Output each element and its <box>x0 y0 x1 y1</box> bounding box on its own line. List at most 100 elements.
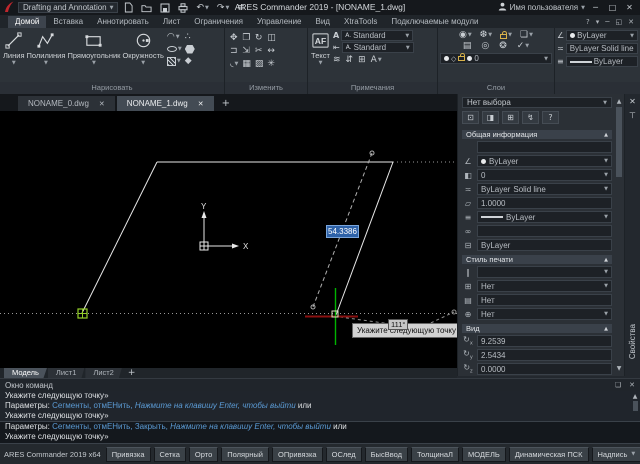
hatch-tool-button[interactable]: ▼ <box>167 56 182 66</box>
scroll-down-icon[interactable]: ▼ <box>617 365 622 372</box>
sketch-tool-button[interactable]: ≋ <box>333 55 341 65</box>
tab-insert[interactable]: Вставка <box>46 16 90 28</box>
fillet-tool-button[interactable]: ◟▼ <box>230 59 238 69</box>
option-undo[interactable]: отмЕНить, <box>94 422 133 431</box>
linetype-property-select[interactable]: ByLayer Solid line ▼ <box>477 183 612 195</box>
copy-tool-button[interactable]: ❐ <box>242 33 251 43</box>
draw-group-label[interactable]: Нарисовать <box>0 82 224 94</box>
toggle-snap[interactable]: Привязка <box>106 447 151 462</box>
view-y-field[interactable]: 2.5434 <box>477 349 612 361</box>
trim-tool-button[interactable]: ✂ <box>255 46 264 56</box>
polygon-tool-button[interactable] <box>185 45 195 54</box>
layer-property-select[interactable]: 0 ▼ <box>477 169 612 181</box>
lightning-select-button[interactable]: ↯ <box>522 111 539 124</box>
print-button[interactable] <box>176 2 190 14</box>
layer-freeze-button[interactable]: ❆▼ <box>480 30 492 40</box>
close-button[interactable]: ✕ <box>623 3 636 12</box>
name-field[interactable] <box>477 141 612 153</box>
lineweight-property-select[interactable]: ByLayer ▼ <box>477 211 612 223</box>
open-file-button[interactable] <box>139 2 154 14</box>
print-table-select[interactable]: Нет ▼ <box>477 280 612 292</box>
panel-help-button[interactable]: ? <box>542 111 559 124</box>
toggle-esnap[interactable]: ОПривязка <box>272 447 323 462</box>
view-x-field[interactable]: 9.2539 <box>477 335 612 347</box>
command-scrollbar[interactable]: ▲ <box>631 393 639 441</box>
layer-lock-button[interactable]: ▼ <box>500 30 512 40</box>
panel-scrollbar[interactable]: ▲ ▼ <box>614 94 624 376</box>
drawing-canvas[interactable]: Y X 54.3386 111° Укажите следующую точку… <box>0 111 457 368</box>
dynamic-input-field[interactable]: 54.3386 <box>326 225 359 238</box>
doc-tab-noname1[interactable]: NONAME_1.dwg ✕ <box>117 96 214 111</box>
rectangle-tool-button[interactable]: Прямоугольник ▼ <box>66 30 121 67</box>
option-close[interactable]: Закрыть, <box>135 422 168 431</box>
rotate-tool-button[interactable]: ↻ <box>255 33 264 43</box>
annotations-group-label[interactable]: Примечания <box>308 82 437 94</box>
layer-visibility-button[interactable]: ◉▼ <box>459 30 472 40</box>
section-general[interactable]: Общая информация ▲ <box>462 130 612 139</box>
doc-restore-icon[interactable]: ◱ <box>616 18 623 26</box>
tab-sheet1[interactable]: Лист1 <box>48 368 84 378</box>
color-property-select[interactable]: ByLayer ▼ <box>477 155 612 167</box>
section-view[interactable]: Вид ▲ <box>462 324 612 333</box>
table-tool-button[interactable]: ⊞ <box>358 55 366 65</box>
panel-pin-icon[interactable]: ⊤ <box>629 111 636 120</box>
option-undo[interactable]: отмЕНить, <box>94 401 133 410</box>
tab-home[interactable]: Домой <box>8 16 46 28</box>
ellipse-tool-button[interactable]: ▼ <box>167 44 182 54</box>
ribbon-collapse-icon[interactable]: ▾ <box>596 18 600 26</box>
print-origin-select[interactable]: Нет ▼ <box>477 308 612 320</box>
line-color-select[interactable]: ByLayer ▼ <box>566 30 638 41</box>
layer-state-button[interactable]: ✓▼ <box>517 41 529 51</box>
text-angle-button[interactable]: A▼ <box>371 55 382 65</box>
collapse-icon[interactable]: ▲ <box>604 326 608 332</box>
explode-tool-button[interactable]: ✳ <box>267 59 276 69</box>
toggle-polar[interactable]: Полярный <box>221 447 269 462</box>
quick-select-button[interactable]: ◨ <box>482 111 499 124</box>
user-menu[interactable]: Имя пользователя ▼ <box>498 2 585 13</box>
scroll-thumb[interactable] <box>633 401 638 411</box>
tab-plugins[interactable]: Подключаемые модули <box>384 16 485 28</box>
add-sheet-button[interactable]: + <box>123 368 141 378</box>
command-prompt-line[interactable]: Укажите следующую точку» <box>0 432 640 442</box>
text-tool-button[interactable]: AF Текст ▼ <box>310 30 331 67</box>
layer-select[interactable]: ◇ 0 ▼ <box>440 53 552 64</box>
doc-tab-noname0[interactable]: NONAME_0.dwg ✕ <box>18 96 115 111</box>
panel-close-icon[interactable]: ✕ <box>629 97 636 106</box>
layers-group-label[interactable]: Слои <box>438 82 554 94</box>
arc-tool-button[interactable]: ◠▼ <box>167 32 182 42</box>
layer-settings-button[interactable]: ❂ <box>499 41 507 51</box>
selection-filter-select[interactable]: Нет выбора ▼ <box>462 97 612 108</box>
help-icon[interactable]: ? <box>586 18 590 26</box>
move-tool-button[interactable]: ✥ <box>230 33 238 43</box>
customize-toolbar-button[interactable]: ≡ <box>235 2 247 14</box>
modify-group-label[interactable]: Изменить <box>225 82 307 94</box>
layers-manager-button[interactable]: ❏▼ <box>520 30 533 40</box>
toggle-quickinput[interactable]: БысВвод <box>365 447 408 462</box>
tab-sheet2[interactable]: Лист2 <box>85 368 121 378</box>
close-tab-icon[interactable]: ✕ <box>198 100 204 108</box>
tab-manage[interactable]: Управление <box>250 16 308 28</box>
toggle-lineweight[interactable]: ТолщинаЛ <box>411 447 459 462</box>
annotation-flip-button[interactable]: ⇵ <box>346 55 354 65</box>
print-sheet-field[interactable]: Нет <box>477 294 612 306</box>
dimension-style-select[interactable]: A. Standard ▼ <box>342 42 414 53</box>
polyline-tool-button[interactable]: Полилиния ▼ <box>26 30 67 67</box>
select-set-button[interactable]: ⊞ <box>502 111 519 124</box>
collapse-icon[interactable]: ▲ <box>604 132 608 138</box>
line-tool-button[interactable]: Линия ▼ <box>2 30 26 67</box>
tab-model[interactable]: Модель <box>4 368 47 378</box>
panel-tab-properties[interactable]: Свойства <box>628 324 637 359</box>
linetype-scale-field[interactable]: 1.0000 <box>477 197 612 209</box>
undo-button[interactable]: ↶▼ <box>194 2 210 14</box>
plot-style-field[interactable]: ByLayer <box>477 239 612 251</box>
lineweight-select[interactable]: ByLayer <box>566 56 638 67</box>
toggle-grid[interactable]: Сетка <box>154 447 186 462</box>
scale-tool-button[interactable]: ⇲ <box>242 46 251 56</box>
redo-button[interactable]: ↷▼ <box>215 2 231 14</box>
doc-minimize-icon[interactable]: ─ <box>605 18 609 26</box>
scroll-up-icon[interactable]: ▲ <box>617 98 622 105</box>
tab-constraints[interactable]: Ограничения <box>187 16 250 28</box>
scroll-thumb[interactable] <box>616 107 622 177</box>
layer-preview-button[interactable]: ◎ <box>481 41 489 51</box>
print-style-select[interactable]: ▼ <box>477 266 612 278</box>
